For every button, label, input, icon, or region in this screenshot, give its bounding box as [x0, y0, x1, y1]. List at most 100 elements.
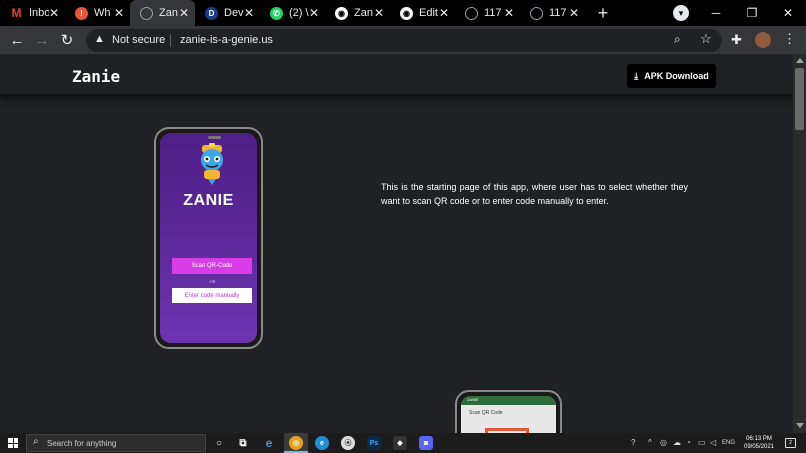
globe-icon — [530, 6, 543, 20]
reload-icon[interactable]: ↻ — [58, 31, 76, 49]
close-icon[interactable]: ✕ — [49, 6, 59, 20]
extensions-icon[interactable]: ✚ — [731, 32, 742, 48]
close-icon[interactable]: ✕ — [439, 6, 449, 20]
whatsapp-icon: ✆ — [270, 6, 283, 20]
close-icon[interactable]: ✕ — [309, 6, 319, 20]
network-icon[interactable]: ◔ — [686, 438, 691, 447]
clock-time: 06:13 PM — [746, 436, 772, 442]
volume-icon[interactable]: ◁ — [710, 438, 716, 447]
back-icon[interactable]: ← — [8, 31, 26, 49]
tab-title: (2) \ — [289, 7, 309, 19]
app-logo-text: ZANIE — [183, 192, 234, 209]
notification-center-icon[interactable]: 2 — [785, 438, 796, 448]
address-bar[interactable]: ▲ Not secure zanie-is-a-genie.us ⌕ ☆ — [86, 29, 722, 52]
close-icon[interactable]: ✕ — [114, 6, 124, 20]
bookmark-star-icon[interactable]: ☆ — [700, 31, 712, 47]
system-clock[interactable]: 06:13 PM 09/05/2021 — [740, 435, 778, 451]
windows-taskbar: ⌕ Search for anything ○ ⧉ e ◎ e ⦿ Ps ◆ ◙… — [0, 433, 806, 453]
davinci-icon[interactable]: ◆ — [393, 436, 407, 450]
warning-triangle-icon: ▲ — [94, 33, 105, 45]
github-icon: ◉ — [335, 6, 348, 20]
divider — [170, 34, 171, 47]
scan-qr-label: Scan QR Code — [469, 410, 503, 416]
enter-code-button[interactable]: Enter code manually — [172, 288, 252, 303]
tab-title: Dev — [224, 7, 244, 19]
tab-wh[interactable]: ! Wh ✕ — [65, 0, 130, 26]
minimize-icon[interactable]: ─ — [698, 0, 734, 26]
scroll-thumb[interactable] — [795, 68, 804, 130]
tab-search-icon[interactable]: ▾ — [673, 5, 689, 21]
tab-github-zanie[interactable]: ◉ Zan ✕ — [325, 0, 390, 26]
discord-icon[interactable]: ◙ — [419, 436, 433, 450]
close-icon[interactable]: ✕ — [244, 6, 254, 20]
photoshop-icon[interactable]: Ps — [367, 436, 381, 450]
tab-github-edit[interactable]: ◉ Edit ✕ — [390, 0, 455, 26]
maximize-icon[interactable]: ❐ — [734, 0, 770, 26]
close-icon[interactable]: ✕ — [504, 6, 514, 20]
browser-toolbar: ← → ↻ ▲ Not secure zanie-is-a-genie.us ⌕… — [0, 26, 806, 54]
ie-icon[interactable]: e — [262, 436, 276, 450]
site-brand[interactable]: Zanie — [72, 67, 120, 86]
tab-title: Zan — [354, 7, 373, 19]
phone-screen-2: ZANIE Scan QR Code — [461, 396, 556, 433]
phone-notch — [208, 136, 221, 139]
menu-kebab-icon[interactable]: ⋮ — [783, 31, 796, 47]
tab-dev[interactable]: D Dev ✕ — [195, 0, 260, 26]
warning-icon: ! — [75, 6, 88, 20]
tab-117-a[interactable]: 117 ✕ — [455, 0, 520, 26]
phone-mockup-2: ZANIE Scan QR Code — [455, 390, 562, 433]
forward-icon[interactable]: → — [33, 31, 51, 49]
app-icon[interactable]: ⦿ — [341, 436, 355, 450]
clock-date: 09/05/2021 — [743, 444, 775, 450]
globe-icon — [465, 6, 478, 20]
tab-inbox[interactable]: M Inbox ✕ — [0, 0, 65, 26]
page-content: Zanie ⤓ APK Download ZANIE Scan QR-Code — [0, 54, 793, 433]
tab-title: Inbox — [29, 7, 49, 19]
apk-download-label: APK Download — [644, 71, 709, 81]
tab-title: Wh — [94, 7, 111, 19]
tab-title: Zan — [159, 7, 178, 19]
close-icon[interactable]: ✕ — [179, 6, 189, 20]
help-icon[interactable]: ? — [631, 438, 635, 447]
tab-whatsapp[interactable]: ✆ (2) \ ✕ — [260, 0, 325, 26]
profile-avatar[interactable] — [755, 32, 771, 48]
scroll-down-icon[interactable] — [796, 423, 804, 428]
windows-start-icon[interactable] — [8, 438, 18, 448]
cloud-icon[interactable]: ☁ — [673, 438, 681, 447]
task-view-icon[interactable]: ⧉ — [236, 436, 250, 450]
chrome-icon[interactable]: ◎ — [289, 436, 303, 450]
security-label[interactable]: Not secure — [112, 34, 165, 46]
phone-screen: ZANIE Scan QR-Code OR Enter code manuall… — [160, 133, 257, 343]
tab-title: 117 — [549, 7, 567, 19]
close-icon[interactable]: ✕ — [569, 6, 579, 20]
tray-chevron-icon[interactable]: ^ — [648, 438, 652, 447]
page-scrollbar[interactable] — [793, 54, 806, 433]
screen-description: This is the starting page of this app, w… — [381, 182, 688, 206]
scan-qr-button[interactable]: Scan QR-Code — [172, 258, 252, 274]
site-header: Zanie ⤓ APK Download — [0, 54, 793, 95]
gmail-icon: M — [11, 6, 22, 20]
url-text[interactable]: zanie-is-a-genie.us — [180, 34, 273, 46]
scroll-up-icon[interactable] — [796, 58, 804, 63]
language-indicator[interactable]: ENG — [722, 440, 735, 446]
zoom-icon[interactable]: ⌕ — [674, 32, 681, 47]
tab-zanie[interactable]: Zan ✕ — [130, 0, 195, 26]
tab-117-b[interactable]: 117 ✕ — [520, 0, 585, 26]
battery-icon[interactable]: ▭ — [698, 438, 706, 447]
edge-icon[interactable]: e — [315, 436, 329, 450]
cortana-icon[interactable]: ○ — [212, 436, 226, 450]
search-icon: ⌕ — [33, 436, 39, 447]
dev-icon: D — [205, 6, 218, 20]
close-window-icon[interactable]: ✕ — [770, 0, 806, 26]
tray-app-icon[interactable]: ◎ — [660, 438, 667, 447]
status-text: ZANIE — [467, 397, 479, 402]
download-icon: ⤓ — [634, 70, 639, 81]
apk-download-button[interactable]: ⤓ APK Download — [627, 64, 716, 88]
tab-title: Edit — [419, 7, 438, 19]
taskbar-search-input[interactable]: ⌕ Search for anything — [26, 434, 206, 452]
phone-mockup: ZANIE Scan QR-Code OR Enter code manuall… — [154, 127, 263, 349]
new-tab-button[interactable]: + — [593, 3, 613, 24]
globe-icon — [140, 6, 153, 20]
close-icon[interactable]: ✕ — [374, 6, 384, 20]
github-icon: ◉ — [400, 6, 413, 20]
